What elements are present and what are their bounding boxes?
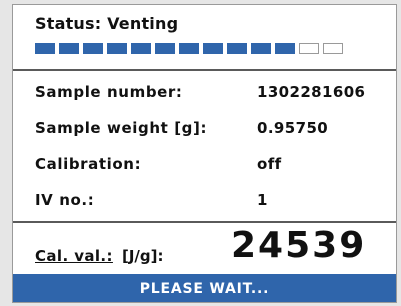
please-wait-banner: PLEASE WAIT... <box>13 274 396 302</box>
progress-segment-filled <box>35 43 55 54</box>
progress-segment-filled <box>275 43 295 54</box>
progress-segment-filled <box>83 43 103 54</box>
field-label: Sample number: <box>35 83 183 101</box>
progress-segment-filled <box>179 43 199 54</box>
field-value: off <box>257 155 282 173</box>
field-label: Sample weight [g]: <box>35 119 208 137</box>
progress-segment-filled <box>155 43 175 54</box>
field-label: Calibration: <box>35 155 142 173</box>
field-row-sample-number: Sample number: 1302281606 <box>13 75 396 111</box>
field-label: IV no.: <box>35 191 95 209</box>
field-value: 1 <box>257 191 268 209</box>
field-row-sample-weight: Sample weight [g]: 0.95750 <box>13 111 396 147</box>
field-value: 0.95750 <box>257 119 329 137</box>
progress-segment-empty <box>299 43 319 54</box>
progress-segment-filled <box>131 43 151 54</box>
status-panel: Status: Venting <box>13 5 396 71</box>
field-value: 1302281606 <box>257 83 366 101</box>
progress-segment-empty <box>323 43 343 54</box>
cal-val-unit: [J/g]: <box>122 247 164 265</box>
cal-val-label: Cal. val.: <box>35 247 113 265</box>
device-display: Status: Venting Sample number: 130228160… <box>12 4 397 303</box>
calorific-value-panel: Cal. val.: [J/g]: 24539 <box>13 221 396 274</box>
progress-segment-filled <box>251 43 271 54</box>
field-row-calibration: Calibration: off <box>13 147 396 183</box>
progress-segment-filled <box>59 43 79 54</box>
status-label: Status: Venting <box>35 14 179 33</box>
progress-segment-filled <box>203 43 223 54</box>
progress-bar <box>35 43 343 54</box>
field-row-iv-no: IV no.: 1 <box>13 183 396 219</box>
cal-val-value: 24539 <box>231 225 367 266</box>
progress-segment-filled <box>227 43 247 54</box>
progress-segment-filled <box>107 43 127 54</box>
